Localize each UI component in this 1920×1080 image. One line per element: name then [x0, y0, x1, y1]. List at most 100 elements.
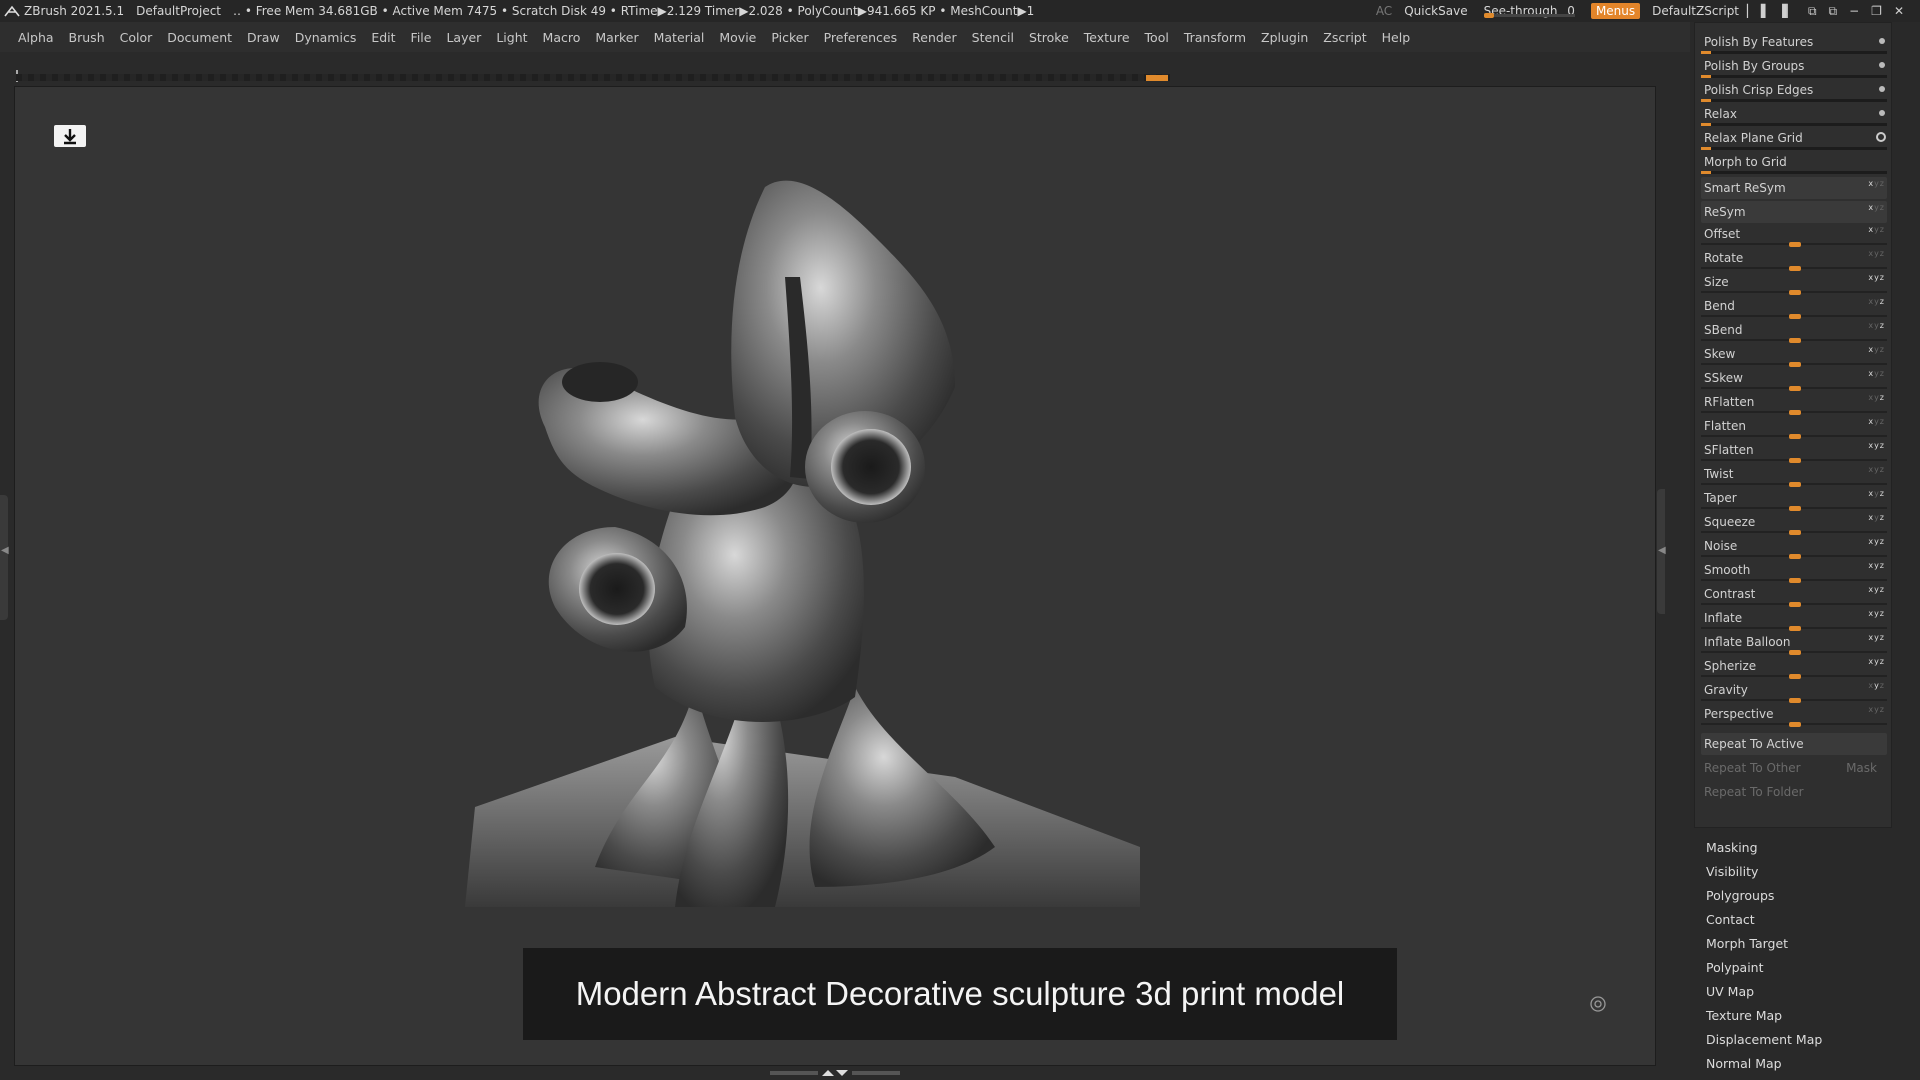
ac-label[interactable]: AC: [1376, 4, 1392, 18]
xyz-axis-toggle[interactable]: xyz: [1868, 203, 1885, 212]
window-layout-icon[interactable]: ⧉: [1808, 4, 1817, 19]
rflatten-slider[interactable]: RFlatten xyz: [1701, 391, 1887, 415]
morph-to-grid-button[interactable]: Morph to Grid: [1701, 151, 1887, 174]
left-tray-toggle[interactable]: [0, 495, 8, 620]
xyz-axis-toggle[interactable]: xyz: [1868, 393, 1885, 402]
minimize-icon[interactable]: −: [1849, 4, 1859, 18]
menu-tool[interactable]: Tool: [1145, 30, 1169, 45]
menu-help[interactable]: Help: [1382, 30, 1411, 45]
noise-slider[interactable]: Noise xyz: [1701, 535, 1887, 559]
menu-zscript[interactable]: Zscript: [1323, 30, 1366, 45]
menu-preferences[interactable]: Preferences: [824, 30, 898, 45]
polish-crisp-edges-button[interactable]: Polish Crisp Edges: [1701, 79, 1887, 102]
subpalette-polygroups[interactable]: Polygroups: [1706, 888, 1896, 903]
canvas-viewport[interactable]: Modern Abstract Decorative sculpture 3d …: [14, 86, 1656, 1066]
default-zscript-button[interactable]: DefaultZScript: [1652, 4, 1739, 18]
polish-by-features-button[interactable]: Polish By Features: [1701, 31, 1887, 54]
menu-movie[interactable]: Movie: [719, 30, 756, 45]
xyz-axis-toggle[interactable]: xyz: [1868, 609, 1885, 618]
relax-plane-grid-button[interactable]: Relax Plane Grid: [1701, 127, 1887, 150]
menu-draw[interactable]: Draw: [247, 30, 280, 45]
bend-slider[interactable]: Bend xyz: [1701, 295, 1887, 319]
menu-macro[interactable]: Macro: [543, 30, 581, 45]
xyz-axis-toggle[interactable]: xyz: [1868, 705, 1885, 714]
skew-slider[interactable]: Skew xyz: [1701, 343, 1887, 367]
subpalette-uv-map[interactable]: UV Map: [1706, 984, 1896, 999]
gravity-slider[interactable]: Gravity xyz: [1701, 679, 1887, 703]
contrast-slider[interactable]: Contrast xyz: [1701, 583, 1887, 607]
xyz-axis-toggle[interactable]: xyz: [1868, 297, 1885, 306]
xyz-axis-toggle[interactable]: xyz: [1868, 179, 1885, 188]
taper-slider[interactable]: Taper xyz: [1701, 487, 1887, 511]
xyz-axis-toggle[interactable]: xyz: [1868, 369, 1885, 378]
mask-toggle[interactable]: Mask: [1846, 761, 1877, 775]
menu-document[interactable]: Document: [167, 30, 232, 45]
resym-button[interactable]: ReSym xyz: [1701, 201, 1887, 223]
menu-texture[interactable]: Texture: [1084, 30, 1130, 45]
toggle-dot-icon[interactable]: [1879, 86, 1885, 92]
smart-resym-button[interactable]: Smart ReSym xyz: [1701, 177, 1887, 199]
subpalette-visibility[interactable]: Visibility: [1706, 864, 1896, 879]
xyz-axis-toggle[interactable]: xyz: [1868, 225, 1885, 234]
subpalette-morph-target[interactable]: Morph Target: [1706, 936, 1896, 951]
menu-stroke[interactable]: Stroke: [1029, 30, 1069, 45]
toggle-dot-icon[interactable]: [1879, 38, 1885, 44]
slider-knob[interactable]: [1789, 722, 1801, 727]
polish-by-groups-button[interactable]: Polish By Groups: [1701, 55, 1887, 78]
menu-picker[interactable]: Picker: [771, 30, 808, 45]
offset-slider[interactable]: Offset xyz: [1701, 223, 1887, 247]
menu-zplugin[interactable]: Zplugin: [1261, 30, 1308, 45]
subpalette-displacement-map[interactable]: Displacement Map: [1706, 1032, 1896, 1047]
quicksave-button[interactable]: QuickSave: [1404, 4, 1467, 18]
menu-layer[interactable]: Layer: [446, 30, 481, 45]
menu-render[interactable]: Render: [912, 30, 957, 45]
xyz-axis-toggle[interactable]: xyz: [1868, 513, 1885, 522]
xyz-axis-toggle[interactable]: xyz: [1868, 273, 1885, 282]
subpalette-texture-map[interactable]: Texture Map: [1706, 1008, 1896, 1023]
menu-brush[interactable]: Brush: [69, 30, 105, 45]
toggle-ring-icon[interactable]: [1876, 132, 1886, 142]
restore-icon[interactable]: ❐: [1871, 4, 1882, 18]
layout-right-icon[interactable]: ▐▏: [1777, 4, 1795, 18]
repeat-to-folder-button[interactable]: Repeat To Folder: [1701, 781, 1887, 803]
menu-light[interactable]: Light: [496, 30, 527, 45]
xyz-axis-toggle[interactable]: xyz: [1868, 657, 1885, 666]
menu-file[interactable]: File: [411, 30, 432, 45]
xyz-axis-toggle[interactable]: xyz: [1868, 681, 1885, 690]
size-slider[interactable]: Size xyz: [1701, 271, 1887, 295]
inflate-balloon-slider[interactable]: Inflate Balloon xyz: [1701, 631, 1887, 655]
sflatten-slider[interactable]: SFlatten xyz: [1701, 439, 1887, 463]
project-name[interactable]: DefaultProject: [136, 4, 221, 18]
sculpture-3d-model[interactable]: [435, 127, 1155, 907]
subpalette-contact[interactable]: Contact: [1706, 912, 1896, 927]
menu-edit[interactable]: Edit: [371, 30, 395, 45]
smooth-slider[interactable]: Smooth xyz: [1701, 559, 1887, 583]
download-icon[interactable]: [54, 125, 86, 147]
toggle-dot-icon[interactable]: [1879, 62, 1885, 68]
repeat-to-active-button[interactable]: Repeat To Active: [1701, 733, 1887, 755]
subpalette-polypaint[interactable]: Polypaint: [1706, 960, 1896, 975]
twist-slider[interactable]: Twist xyz: [1701, 463, 1887, 487]
bottom-tray-handle[interactable]: [770, 1069, 900, 1077]
menu-marker[interactable]: Marker: [595, 30, 638, 45]
see-through-slider[interactable]: See-through 0: [1480, 4, 1579, 18]
timeline-marker[interactable]: [1146, 75, 1168, 81]
sbend-slider[interactable]: SBend xyz: [1701, 319, 1887, 343]
perspective-slider[interactable]: Perspective xyz: [1701, 703, 1887, 727]
squeeze-slider[interactable]: Squeeze xyz: [1701, 511, 1887, 535]
close-icon[interactable]: ✕: [1894, 4, 1904, 18]
menu-stencil[interactable]: Stencil: [972, 30, 1014, 45]
xyz-axis-toggle[interactable]: xyz: [1868, 489, 1885, 498]
spherize-slider[interactable]: Spherize xyz: [1701, 655, 1887, 679]
flatten-slider[interactable]: Flatten xyz: [1701, 415, 1887, 439]
toggle-dot-icon[interactable]: [1879, 110, 1885, 116]
xyz-axis-toggle[interactable]: xyz: [1868, 441, 1885, 450]
menu-transform[interactable]: Transform: [1184, 30, 1246, 45]
sskew-slider[interactable]: SSkew xyz: [1701, 367, 1887, 391]
xyz-axis-toggle[interactable]: xyz: [1868, 633, 1885, 642]
menus-toggle-button[interactable]: Menus: [1590, 3, 1641, 19]
xyz-axis-toggle[interactable]: xyz: [1868, 249, 1885, 258]
subpalette-normal-map[interactable]: Normal Map: [1706, 1056, 1896, 1071]
repeat-to-other-button[interactable]: Repeat To Other Mask: [1701, 757, 1887, 779]
xyz-axis-toggle[interactable]: xyz: [1868, 537, 1885, 546]
